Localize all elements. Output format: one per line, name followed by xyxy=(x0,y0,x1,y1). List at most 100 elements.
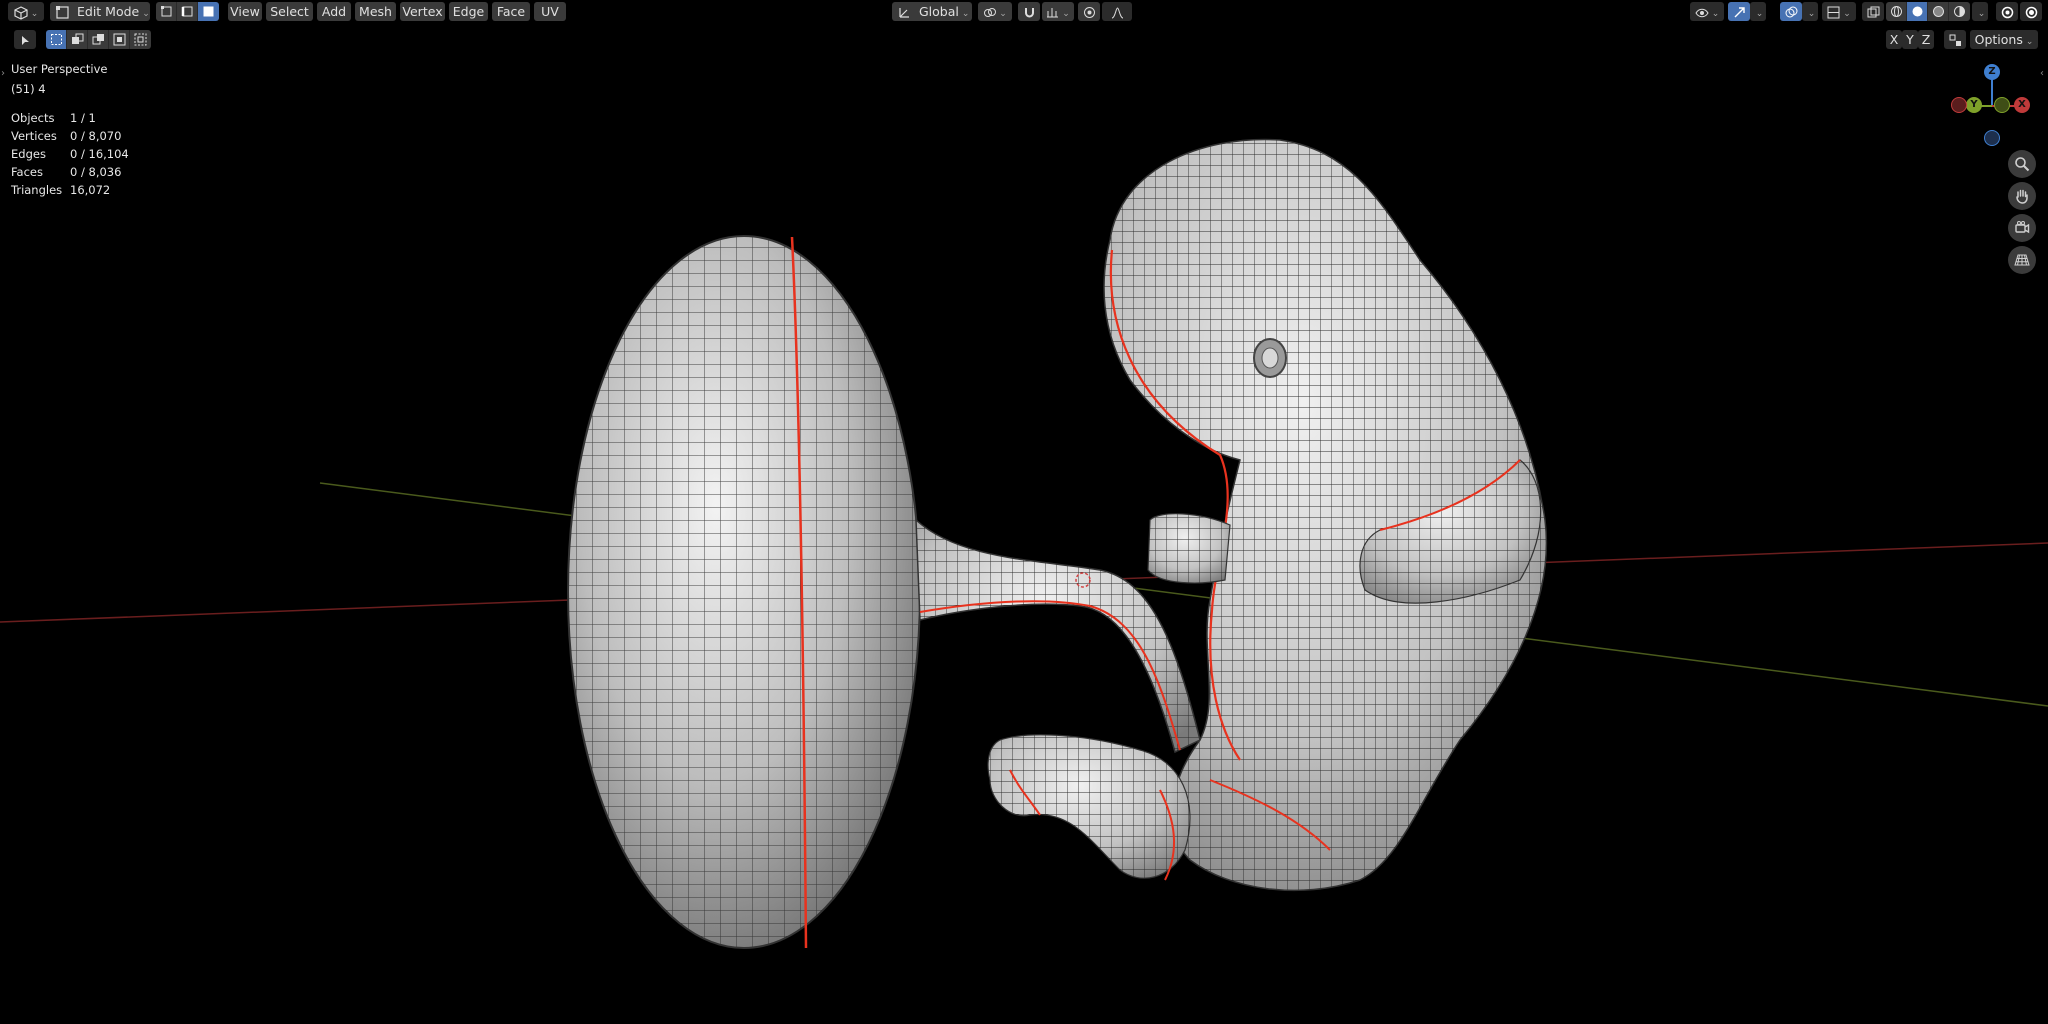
set-selection-button[interactable] xyxy=(46,30,67,49)
extend-select-icon xyxy=(71,33,83,44)
menu-select[interactable]: Select xyxy=(266,2,313,21)
grid-icon xyxy=(2014,254,2030,266)
render-region-toggle[interactable] xyxy=(1996,2,2018,21)
gizmo-x-ball[interactable]: X xyxy=(2014,97,2030,113)
object-info: (51) 4 xyxy=(11,82,46,96)
menu-view[interactable]: View xyxy=(228,2,262,21)
gizmo-icon xyxy=(1734,7,1745,18)
navigation-gizmo[interactable]: Z Y X xyxy=(1950,62,2030,152)
sidebar-expand-arrow[interactable]: ‹ xyxy=(2040,68,2044,79)
3d-viewport[interactable] xyxy=(0,0,2048,1024)
embryo-mesh[interactable] xyxy=(987,138,1548,892)
gizmo-y-ball[interactable]: Y xyxy=(1966,97,1982,113)
gizmo-neg-x-ball[interactable] xyxy=(1951,97,1967,113)
menu-uv[interactable]: UV xyxy=(534,2,566,21)
eye-icon xyxy=(1695,8,1709,17)
xray-toggle[interactable] xyxy=(1862,2,1884,21)
intersect-selection-button[interactable] xyxy=(130,30,151,49)
menu-vertex[interactable]: Vertex xyxy=(400,2,445,21)
transform-orientation-dropdown[interactable]: Global ⌄ xyxy=(892,2,972,21)
snap-increment-icon xyxy=(1047,8,1059,18)
gizmo-neg-y-ball[interactable] xyxy=(1994,97,2010,113)
stat-label: Edges xyxy=(11,147,46,161)
select-box-mode-group xyxy=(46,30,151,49)
mode-dropdown[interactable]: Edit Mode ⌄ xyxy=(50,2,150,21)
mirror-y-button[interactable]: Y xyxy=(1902,30,1918,49)
pan-button[interactable] xyxy=(2008,182,2036,210)
mesh-overlay-icon xyxy=(1827,6,1840,19)
wireframe-sphere-icon xyxy=(1890,6,1902,17)
solid-shading-button[interactable] xyxy=(1907,2,1928,21)
menu-mesh[interactable]: Mesh xyxy=(355,2,396,21)
invert-selection-button[interactable] xyxy=(109,30,130,49)
falloff-curve-icon xyxy=(1111,7,1123,19)
stat-label: Vertices xyxy=(11,129,57,143)
snap-target-dropdown[interactable]: ⌄ xyxy=(1042,2,1074,21)
menu-edge[interactable]: Edge xyxy=(449,2,488,21)
active-tool-button[interactable] xyxy=(14,30,36,49)
gizmo-neg-z-ball[interactable] xyxy=(1984,130,2000,146)
invert-select-icon xyxy=(113,33,125,46)
overlays-icon xyxy=(1785,6,1797,18)
options-dropdown[interactable]: Options ⌄ xyxy=(1970,30,2038,49)
visibility-dropdown[interactable]: ⌄ xyxy=(1690,2,1724,21)
viewport-settings-button[interactable] xyxy=(2020,2,2042,21)
solid-sphere-icon xyxy=(1912,6,1922,17)
yolk-sac-mesh[interactable] xyxy=(560,230,930,960)
pivot-icon xyxy=(984,8,997,17)
orientation-icon xyxy=(899,8,909,18)
material-sphere-icon xyxy=(1932,6,1944,17)
face-select-button[interactable] xyxy=(198,2,219,21)
gizmo-toggle[interactable] xyxy=(1728,2,1750,21)
mode-label: Edit Mode xyxy=(76,4,140,19)
proportional-icon xyxy=(1083,7,1095,18)
stat-value: 16,072 xyxy=(70,183,111,197)
cursor-arrow-icon xyxy=(21,36,29,45)
subtract-selection-button[interactable] xyxy=(88,30,109,49)
stat-value: 1 / 1 xyxy=(70,111,96,125)
zoom-button[interactable] xyxy=(2008,150,2036,178)
mirror-z-button[interactable]: Z xyxy=(1918,30,1934,49)
hand-icon xyxy=(2016,189,2028,204)
overlays-toggle[interactable] xyxy=(1780,2,1802,21)
camera-view-button[interactable] xyxy=(2008,214,2036,242)
pivot-point-dropdown[interactable]: ⌄ xyxy=(978,2,1012,21)
rendered-shading-button[interactable] xyxy=(1949,2,1970,21)
snap-toggle[interactable] xyxy=(1018,2,1040,21)
shading-dropdown[interactable]: ⌄ xyxy=(1972,2,1988,21)
falloff-dropdown[interactable] xyxy=(1102,2,1132,21)
editor-type-button[interactable]: ⌄ xyxy=(8,2,44,21)
vertex-select-button[interactable] xyxy=(156,2,177,21)
vertex-select-icon xyxy=(160,6,171,17)
material-shading-button[interactable] xyxy=(1928,2,1949,21)
subtract-select-icon xyxy=(92,34,104,45)
gizmo-dropdown[interactable]: ⌄ xyxy=(1750,2,1766,21)
overlays-dropdown[interactable]: ⌄ xyxy=(1802,2,1818,21)
stat-value: 0 / 8,070 xyxy=(70,129,122,143)
edge-select-button[interactable] xyxy=(177,2,198,21)
mesh-edit-overlays-dropdown[interactable]: ⌄ xyxy=(1822,2,1856,21)
face-select-icon xyxy=(203,6,214,17)
view-name: User Perspective xyxy=(11,62,108,76)
intersect-select-icon xyxy=(134,33,147,46)
options-label: Options xyxy=(1974,32,2023,47)
stat-value: 0 / 16,104 xyxy=(70,147,129,161)
magnet-icon xyxy=(1024,8,1034,18)
stat-value: 0 / 8,036 xyxy=(70,165,122,179)
proportional-editing-toggle[interactable] xyxy=(1078,2,1100,21)
box-select-icon xyxy=(50,34,62,45)
gizmo-z-ball[interactable]: Z xyxy=(1984,64,2000,80)
extend-selection-button[interactable] xyxy=(67,30,88,49)
toolbar-expand-arrow[interactable]: › xyxy=(1,68,5,79)
menu-face[interactable]: Face xyxy=(492,2,530,21)
mirror-x-button[interactable]: X xyxy=(1886,30,1902,49)
auto-merge-toggle[interactable] xyxy=(1944,30,1966,49)
camera-icon xyxy=(2015,221,2030,234)
menu-add[interactable]: Add xyxy=(317,2,351,21)
viewport-header: ⌄ Edit Mode ⌄ View Select Add Mesh Vertex… xyxy=(0,0,2048,24)
edit-mode-icon xyxy=(56,6,69,19)
wireframe-shading-button[interactable] xyxy=(1886,2,1907,21)
rendered-sphere-icon xyxy=(1954,6,1965,17)
magnifier-icon xyxy=(2015,157,2030,172)
ortho-toggle-button[interactable] xyxy=(2008,246,2036,274)
